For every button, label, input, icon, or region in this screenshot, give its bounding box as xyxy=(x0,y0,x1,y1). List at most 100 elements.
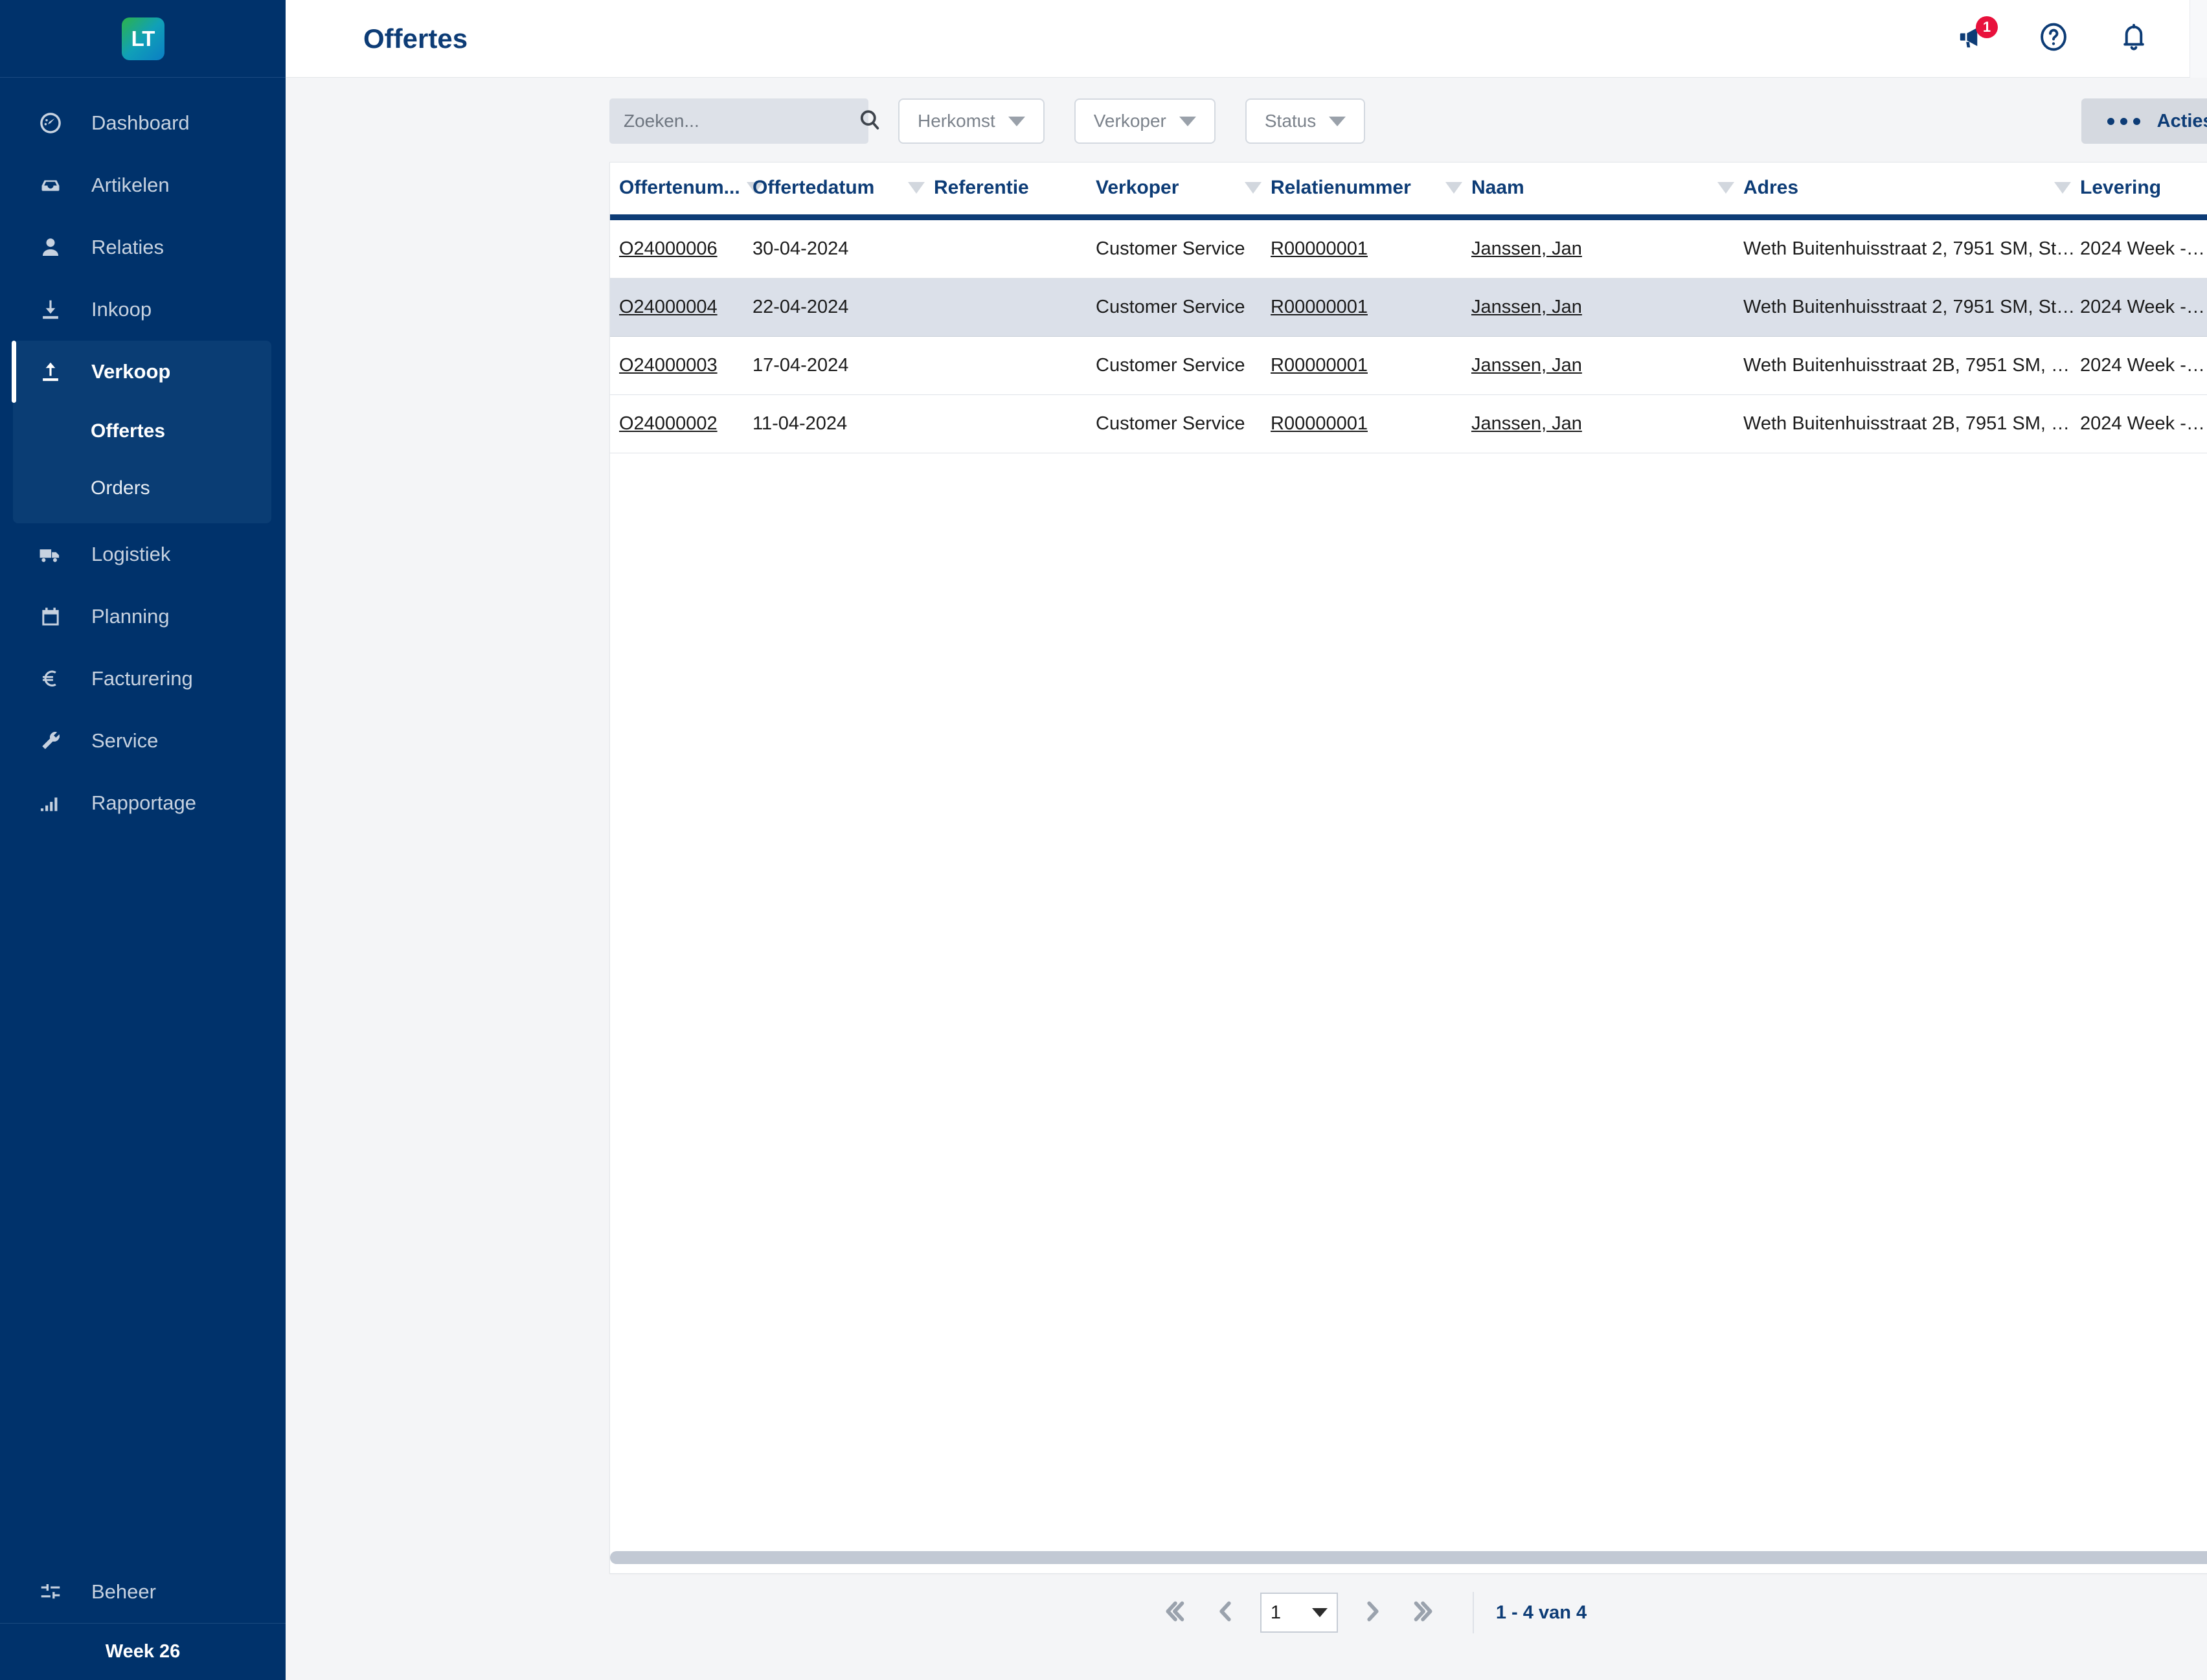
chevron-down-icon xyxy=(1311,1608,1328,1617)
column-header-verkoper[interactable]: Verkoper xyxy=(1096,163,1271,220)
cell-verkoper: Customer Service xyxy=(1096,394,1271,453)
cell-offertedatum: 17-04-2024 xyxy=(753,336,934,395)
chevron-down-icon xyxy=(1329,116,1346,126)
sidebar-item-label: Verkoop xyxy=(91,360,171,383)
sidebar-subitem-label: Offertes xyxy=(91,420,166,442)
sort-arrow-icon[interactable] xyxy=(1717,182,1734,194)
column-label: Verkoper xyxy=(1096,177,1179,198)
sidebar-item-beheer[interactable]: Beheer xyxy=(0,1561,286,1623)
table-head: Offertenum... Offertedatum Referentie Ve… xyxy=(610,163,2207,220)
column-header-levering[interactable]: Levering xyxy=(2080,163,2207,220)
pagination-divider xyxy=(1472,1592,1474,1633)
cell-levering: 2024 Week - 16 xyxy=(2080,336,2207,395)
wrench-icon xyxy=(36,726,65,756)
app-logo[interactable]: LT xyxy=(121,17,164,60)
horizontal-scrollbar[interactable] xyxy=(610,1551,2207,1564)
column-header-relatienummer[interactable]: Relatienummer xyxy=(1271,163,1471,220)
column-label: Relatienummer xyxy=(1271,177,1411,198)
sidebar-subitem-offertes[interactable]: Offertes xyxy=(13,403,271,460)
filter-herkomst[interactable]: Herkomst xyxy=(898,98,1045,144)
table-row[interactable]: O24000006 30-04-2024 Customer Service R0… xyxy=(610,217,2207,278)
cell-levering: 2024 Week - 25 xyxy=(2080,217,2207,278)
announcement-button[interactable]: 1 xyxy=(1955,16,1998,57)
relatienummer-link[interactable]: R00000001 xyxy=(1271,413,1368,434)
column-header-offertenummer[interactable]: Offertenum... xyxy=(610,163,764,220)
cell-referentie xyxy=(934,278,1096,337)
sidebar-item-facturering[interactable]: Facturering xyxy=(0,648,286,710)
column-header-adres[interactable]: Adres xyxy=(1743,163,2080,220)
sidebar-item-relaties[interactable]: Relaties xyxy=(0,216,286,278)
bar-chart-icon xyxy=(36,788,65,818)
chevron-left-icon xyxy=(1210,1596,1240,1629)
offertenummer-link[interactable]: O24000003 xyxy=(619,355,718,376)
cell-referentie xyxy=(934,336,1096,395)
filter-status[interactable]: Status xyxy=(1245,98,1366,144)
naam-link[interactable]: Janssen, Jan xyxy=(1471,355,1582,376)
relatienummer-link[interactable]: R00000001 xyxy=(1271,238,1368,259)
sidebar-subitem-orders[interactable]: Orders xyxy=(13,460,271,517)
page-select[interactable]: 1 xyxy=(1260,1593,1338,1633)
sort-arrow-icon[interactable] xyxy=(2054,182,2071,194)
sliders-icon xyxy=(36,1577,65,1607)
column-label: Naam xyxy=(1471,177,1524,198)
sidebar-item-artikelen[interactable]: Artikelen xyxy=(0,154,286,216)
sort-arrow-icon[interactable] xyxy=(1245,182,1262,194)
search-input[interactable] xyxy=(624,111,857,131)
cell-verkoper: Customer Service xyxy=(1096,217,1271,278)
filter-verkoper[interactable]: Verkoper xyxy=(1074,98,1216,144)
column-header-naam[interactable]: Naam xyxy=(1471,163,1743,220)
cell-adres: Weth Buitenhuisstraat 2, 7951 SM, Staph.… xyxy=(1743,278,2080,337)
double-chevron-right-icon xyxy=(1410,1596,1440,1629)
sidebar-item-dashboard[interactable]: Dashboard xyxy=(0,92,286,154)
prev-page-button[interactable] xyxy=(1199,1590,1251,1635)
notifications-button[interactable] xyxy=(2116,21,2152,57)
chevron-right-icon xyxy=(1358,1596,1388,1629)
filter-label: Status xyxy=(1264,111,1317,131)
naam-link[interactable]: Janssen, Jan xyxy=(1471,297,1582,317)
chevron-down-icon xyxy=(1179,116,1196,126)
search-box[interactable] xyxy=(609,98,879,144)
offertes-table-card: Offertenum... Offertedatum Referentie Ve… xyxy=(609,162,2207,1574)
cell-verkoper: Customer Service xyxy=(1096,336,1271,395)
first-page-button[interactable] xyxy=(1148,1590,1199,1635)
sidebar-nav: Dashboard Artikelen Relaties Inkoop Verk… xyxy=(0,78,286,1561)
sort-arrow-icon[interactable] xyxy=(1445,182,1462,194)
next-page-button[interactable] xyxy=(1347,1590,1399,1635)
filter-label: Herkomst xyxy=(918,111,995,131)
sidebar-item-service[interactable]: Service xyxy=(0,710,286,772)
offertenummer-link[interactable]: O24000006 xyxy=(619,238,718,259)
scrollbar-thumb[interactable] xyxy=(610,1551,2207,1564)
offertenummer-link[interactable]: O24000002 xyxy=(619,413,718,434)
sidebar-item-rapportage[interactable]: Rapportage xyxy=(0,772,286,834)
table-row[interactable]: O24000003 17-04-2024 Customer Service R0… xyxy=(610,336,2207,395)
last-page-button[interactable] xyxy=(1399,1590,1451,1635)
logo-area: LT xyxy=(0,0,286,78)
sidebar-bottom: Beheer Week 26 xyxy=(0,1561,286,1680)
user-menu[interactable]: LogicTrade Customer Service xyxy=(2190,0,2207,78)
column-label: Adres xyxy=(1743,177,1799,198)
search-icon[interactable] xyxy=(857,108,882,135)
sidebar-item-verkoop[interactable]: Verkoop xyxy=(12,341,271,403)
table-row[interactable]: O24000004 22-04-2024 Customer Service R0… xyxy=(610,278,2207,337)
cell-offertedatum: 22-04-2024 xyxy=(753,278,934,337)
upload-icon xyxy=(36,357,65,387)
cell-adres: Weth Buitenhuisstraat 2B, 7951 SM, Stap.… xyxy=(1743,394,2080,453)
column-header-offertedatum[interactable]: Offertedatum xyxy=(753,163,934,220)
top-header-bar: Offertes 1 xyxy=(286,0,2207,78)
user-icon xyxy=(36,233,65,262)
sidebar-item-planning[interactable]: Planning xyxy=(0,585,286,648)
relatienummer-link[interactable]: R00000001 xyxy=(1271,297,1368,317)
offertenummer-link[interactable]: O24000004 xyxy=(619,297,718,317)
help-button[interactable] xyxy=(2035,21,2072,57)
sort-arrow-icon[interactable] xyxy=(908,182,925,194)
relatienummer-link[interactable]: R00000001 xyxy=(1271,355,1368,376)
sidebar-item-logistiek[interactable]: Logistiek xyxy=(0,523,286,585)
table-row[interactable]: O24000002 11-04-2024 Customer Service R0… xyxy=(610,394,2207,453)
naam-link[interactable]: Janssen, Jan xyxy=(1471,413,1582,434)
naam-link[interactable]: Janssen, Jan xyxy=(1471,238,1582,259)
sidebar-item-inkoop[interactable]: Inkoop xyxy=(0,278,286,341)
acties-button[interactable]: Acties xyxy=(2081,98,2207,144)
filter-label: Verkoper xyxy=(1093,111,1166,131)
table-header-row: Offertenum... Offertedatum Referentie Ve… xyxy=(610,163,2207,220)
column-header-referentie[interactable]: Referentie xyxy=(934,163,1096,220)
